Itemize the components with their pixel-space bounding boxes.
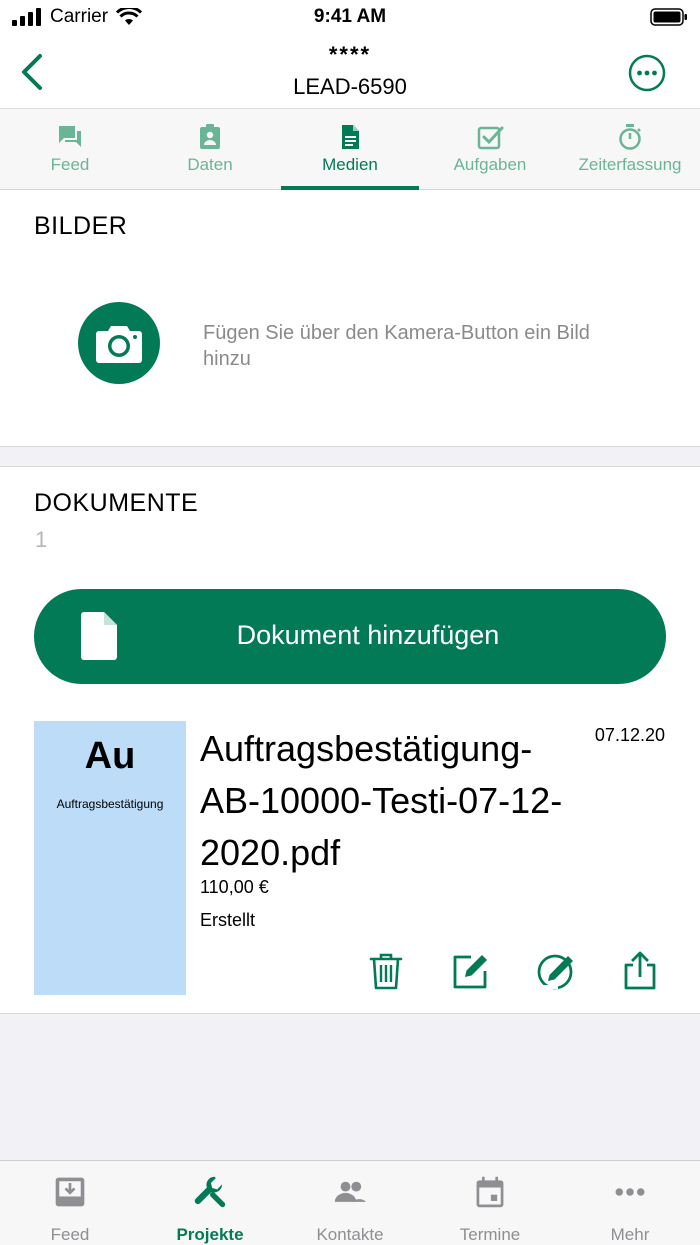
- trash-icon[interactable]: [366, 951, 406, 991]
- stopwatch-icon: [619, 124, 641, 150]
- document-name[interactable]: Auftragsbestätigung-AB-10000-Testi-07-12…: [200, 723, 580, 879]
- tab-zeiterfassung[interactable]: Zeiterfassung: [560, 109, 700, 189]
- documents-section-title: DOKUMENTE: [34, 489, 199, 517]
- page-title: LEAD-6590: [293, 74, 407, 99]
- status-time: 9:41 AM: [313, 6, 387, 27]
- nav-bar: **** LEAD-6590: [0, 36, 700, 108]
- more-options-icon[interactable]: [628, 54, 666, 92]
- tabbar-item-kontakte[interactable]: Kontakte: [280, 1161, 420, 1245]
- camera-hint-text: Fügen Sie über den Kamera-Button ein Bil…: [203, 322, 590, 370]
- sign-icon[interactable]: [536, 951, 576, 991]
- bottom-tab-bar: Feed Projekte Kontakte Termine Mehr: [0, 1160, 700, 1245]
- add-document-button[interactable]: Dokument hinzufügen: [34, 589, 666, 684]
- inbox-icon: [55, 1177, 85, 1207]
- edit-icon[interactable]: [451, 951, 491, 991]
- images-section-title: BILDER: [34, 212, 128, 240]
- wrench-icon: [194, 1176, 226, 1208]
- document-price: 110,00 €: [200, 877, 269, 897]
- tab-feed[interactable]: Feed: [0, 109, 140, 189]
- nav-masked-title: ****: [328, 42, 372, 67]
- people-icon: [334, 1181, 367, 1202]
- tab-label: Aufgaben: [453, 155, 527, 174]
- document-status: Erstellt: [200, 910, 256, 930]
- share-icon[interactable]: [620, 951, 660, 991]
- documents-count: 1: [35, 527, 48, 552]
- battery-icon: [650, 8, 687, 26]
- checkbox-icon: [477, 126, 504, 150]
- tab-daten[interactable]: Daten: [140, 109, 280, 189]
- contact-card-icon: [200, 124, 220, 149]
- tabbar-item-feed[interactable]: Feed: [0, 1161, 140, 1245]
- tabbar-item-projekte[interactable]: Projekte: [140, 1161, 280, 1245]
- tab-label: Feed: [50, 155, 90, 174]
- tabbar-label: Kontakte: [316, 1225, 384, 1244]
- add-document-label: Dokument hinzufügen: [236, 620, 500, 650]
- tab-medien[interactable]: Medien: [280, 109, 420, 191]
- calendar-icon: [476, 1176, 504, 1208]
- tab-label: Medien: [322, 155, 378, 174]
- documents-section: DOKUMENTE 1 Dokument hinzufügen Au Auftr…: [0, 466, 700, 1014]
- tabbar-label: Feed: [50, 1225, 90, 1244]
- images-section: BILDER Fügen Sie über den Kamera-Button …: [0, 190, 700, 447]
- thumbnail-caption: Auftragsbestätigung: [56, 797, 164, 811]
- tabbar-item-mehr[interactable]: Mehr: [560, 1161, 700, 1245]
- tabbar-label: Termine: [459, 1225, 521, 1244]
- tabbar-label: Projekte: [176, 1225, 244, 1244]
- document-icon: [342, 125, 359, 149]
- camera-icon: [96, 326, 142, 363]
- tab-label: Zeiterfassung: [578, 155, 682, 174]
- camera-button[interactable]: [78, 302, 160, 384]
- tab-label: Daten: [187, 155, 233, 174]
- more-dots-icon: [615, 1188, 645, 1196]
- document-date: 07.12.20: [594, 725, 665, 745]
- chat-icon: [59, 126, 81, 147]
- status-bar: Carrier 9:41 AM: [0, 0, 700, 36]
- tabbar-item-termine[interactable]: Termine: [420, 1161, 560, 1245]
- document-thumbnail[interactable]: Au Auftragsbestätigung: [34, 721, 186, 995]
- tab-aufgaben[interactable]: Aufgaben: [420, 109, 560, 189]
- thumbnail-initials: Au: [84, 735, 136, 777]
- tabbar-label: Mehr: [610, 1225, 650, 1244]
- segment-tabs: Feed Daten Medien Aufgaben Zeiterfassung: [0, 108, 700, 191]
